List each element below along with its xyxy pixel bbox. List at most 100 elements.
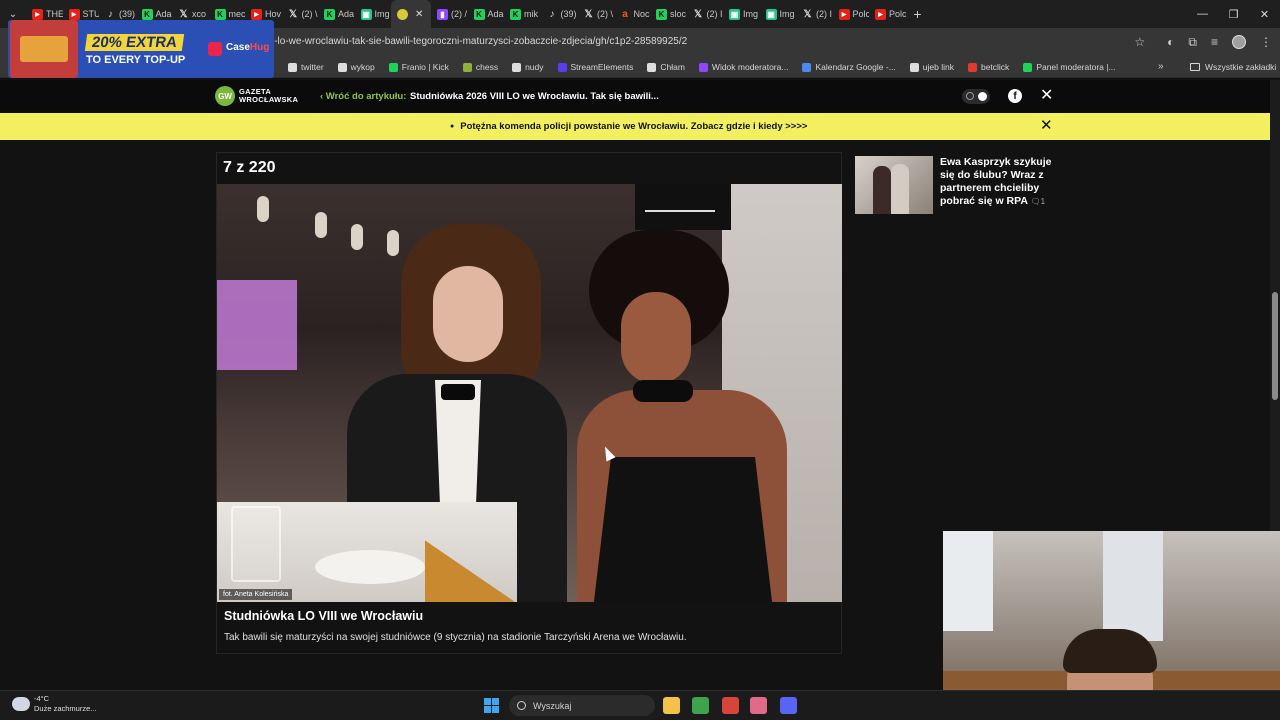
bookmark-item[interactable]: Franio | Kick xyxy=(388,62,449,72)
back-to-article-link[interactable]: ‹ Wróć do artykułu: xyxy=(320,80,406,113)
dark-mode-toggle[interactable] xyxy=(962,89,990,104)
bookmark-item[interactable]: Panel moderatora |... xyxy=(1023,62,1116,72)
browser-tab[interactable]: ♪ (39) xyxy=(541,0,578,28)
new-tab-button[interactable]: + xyxy=(906,6,930,22)
windows-taskbar: -4°C Duże zachmurze... Wyszukaj xyxy=(0,690,1280,720)
bookmark-label: twitter xyxy=(301,62,324,72)
bookmarks-overflow-button[interactable]: » xyxy=(1158,56,1164,78)
kick-icon: K xyxy=(473,8,485,20)
browser-tab[interactable]: K Ada xyxy=(318,0,355,28)
translate-icon[interactable]: ◐ xyxy=(1167,35,1174,49)
close-notice-icon[interactable]: ✕ xyxy=(1040,116,1053,134)
tab-label: Hov xyxy=(265,9,282,19)
breaking-news-link[interactable]: Potężna komenda policji powstanie we Wro… xyxy=(450,113,807,140)
ad-promo: 20% EXTRA TO EVERY TOP-UP xyxy=(84,34,208,66)
tab-label: STU xyxy=(82,9,100,19)
bookmark-item[interactable]: StreamElements xyxy=(557,62,633,72)
bookmark-favicon-icon xyxy=(1023,62,1033,72)
photo-purple-light xyxy=(217,280,297,370)
scrollbar-thumb[interactable] xyxy=(1272,292,1278,400)
extensions-icon[interactable]: ⧉ xyxy=(1188,35,1197,50)
webcam-window xyxy=(943,531,993,631)
ad-brand-first: Case xyxy=(226,42,250,53)
bookmark-label: nudy xyxy=(525,62,544,72)
casehug-ad-banner[interactable]: 20% EXTRA TO EVERY TOP-UP CaseHug xyxy=(8,20,274,78)
tab-label: (2) I xyxy=(816,9,833,19)
bookmark-item[interactable]: ujeb link xyxy=(909,62,954,72)
browser-tab[interactable]: K Ada xyxy=(468,0,505,28)
browser-tab[interactable]: ▶ Polc xyxy=(833,0,869,28)
bookmark-item[interactable]: Widok moderatora... xyxy=(698,62,789,72)
browser-menu-icon[interactable]: ⋮ xyxy=(1260,35,1272,49)
bookmark-favicon-icon xyxy=(288,62,297,72)
browser-tab[interactable]: ▮ (2) / xyxy=(431,0,468,28)
bookmark-label: Kalendarz Google -... xyxy=(815,62,896,72)
close-gallery-icon[interactable]: ✕ xyxy=(1040,85,1053,105)
profile-avatar[interactable] xyxy=(1232,35,1246,49)
gallery-photo[interactable]: fot. Aneta Kolesińska xyxy=(217,184,842,602)
browser-tab[interactable]: 𝕏 (2) I xyxy=(687,0,724,28)
browser-tab[interactable]: ▣ Img xyxy=(760,0,797,28)
bookmark-label: ujeb link xyxy=(922,62,954,72)
youtube-icon: ▶ xyxy=(68,8,80,20)
bookmark-item[interactable]: wykop xyxy=(337,62,375,72)
tab-label: mec xyxy=(228,9,246,19)
related-article[interactable]: Ewa Kasprzyk szykuje się do ślubu? Wraz … xyxy=(855,156,1060,216)
browser-tab[interactable]: 𝕏 (2) I xyxy=(796,0,833,28)
taskbar-search[interactable]: Wyszukaj xyxy=(509,695,655,716)
bookmark-item[interactable]: Chłam xyxy=(647,62,685,72)
bookmark-item[interactable]: nudy xyxy=(512,62,544,72)
person-bowtie xyxy=(441,384,475,400)
minimize-icon[interactable]: — xyxy=(1187,0,1218,28)
bookmark-item[interactable]: betclick xyxy=(967,62,1009,72)
url-field[interactable]: i-lo-we-wroclawiu-tak-sie-bawili-tegoroc… xyxy=(272,28,687,56)
bookmark-item[interactable]: Kalendarz Google -... xyxy=(802,62,896,72)
discord-taskbar-icon[interactable] xyxy=(780,697,797,714)
tab-label: (39) xyxy=(560,9,577,19)
bookmark-star-icon[interactable]: ☆ xyxy=(1134,35,1145,49)
facebook-icon[interactable]: f xyxy=(1008,89,1022,103)
browser-tab[interactable]: Kmik xyxy=(504,0,541,28)
browser-tab[interactable]: Ksloc xyxy=(650,0,687,28)
browser-tab[interactable]: 𝕏 (2) \ xyxy=(577,0,614,28)
bookmark-favicon-icon xyxy=(462,62,472,72)
bookmark-favicon-icon xyxy=(337,62,347,72)
related-article-thumbnail[interactable] xyxy=(855,156,933,214)
reading-list-icon[interactable]: ≡ xyxy=(1211,35,1218,49)
close-window-icon[interactable]: ✕ xyxy=(1249,0,1280,28)
ad-brand-second: Hug xyxy=(249,42,270,53)
close-tab-icon[interactable]: ✕ xyxy=(415,9,423,20)
tab-label: (2) \ xyxy=(597,9,614,19)
toolbar-icons: ☆ ◐ ⧉ ≡ ⋮ xyxy=(1134,28,1272,56)
all-bookmarks-label: Wszystkie zakładki xyxy=(1205,62,1277,72)
photo-caption-text: Tak bawili się maturzyści na swojej stud… xyxy=(224,632,687,643)
ad-brand: CaseHug xyxy=(226,42,269,53)
weather-text: -4°C Duże zachmurze... xyxy=(34,694,97,714)
bookmark-label: Panel moderatora |... xyxy=(1036,62,1116,72)
restore-icon[interactable]: ❐ xyxy=(1218,0,1249,28)
weather-widget[interactable]: -4°C Duże zachmurze... xyxy=(12,694,97,714)
bookmark-label: Chłam xyxy=(660,62,685,72)
bookmark-label: Widok moderatora... xyxy=(711,62,789,72)
browser-tab[interactable]: ✕ xyxy=(391,0,431,28)
related-article-title[interactable]: Ewa Kasprzyk szykuje się do ślubu? Wraz … xyxy=(940,156,1058,208)
bookmark-item[interactable]: chess xyxy=(462,62,498,72)
windows-start-icon[interactable] xyxy=(484,698,499,713)
browser-tab[interactable]: a Noc xyxy=(614,0,651,28)
chrome-taskbar-icon[interactable] xyxy=(692,697,709,714)
browser-tab[interactable]: 𝕏 (2) \ xyxy=(282,0,319,28)
article-title-link[interactable]: Studniówka 2026 VIII LO we Wrocławiu. Ta… xyxy=(410,80,659,113)
browser-tab[interactable]: ▶ Polc xyxy=(869,0,906,28)
kick-icon: K xyxy=(141,8,153,20)
all-bookmarks-button[interactable]: Wszystkie zakładki xyxy=(1190,56,1276,78)
gazeta-wroclawska-logo[interactable]: GW GAZETA WROCŁAWSKA xyxy=(215,86,298,106)
app-red-taskbar-icon[interactable] xyxy=(722,697,739,714)
bookmark-item[interactable]: twitter xyxy=(288,62,324,72)
snipping-taskbar-icon[interactable] xyxy=(750,697,767,714)
comment-count: 🗨1 xyxy=(1030,197,1046,206)
browser-tab[interactable]: ▣ Img xyxy=(355,0,392,28)
file-explorer-taskbar-icon[interactable] xyxy=(663,697,680,714)
browser-tab[interactable]: ▣ Img xyxy=(723,0,760,28)
bookmark-favicon-icon xyxy=(557,62,567,72)
tab-label: xco xyxy=(192,9,207,19)
